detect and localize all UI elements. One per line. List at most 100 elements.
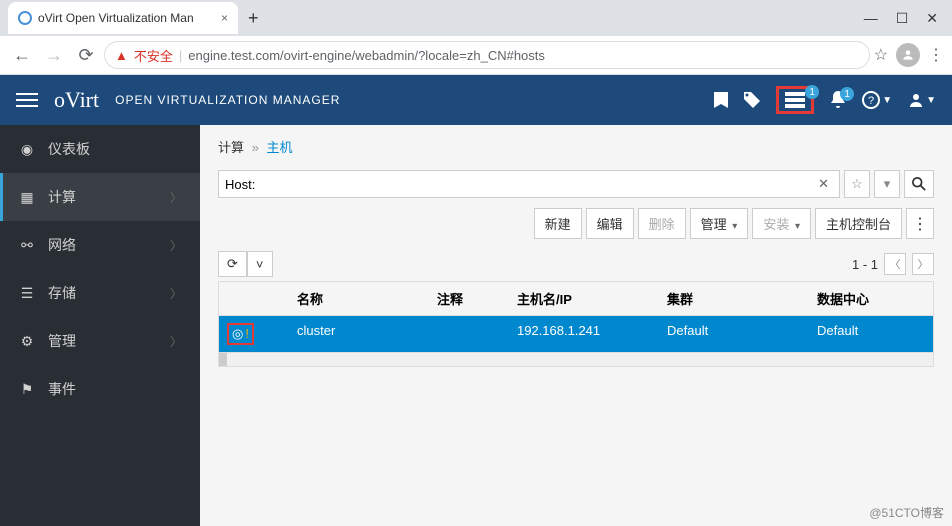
close-window-icon[interactable]: ✕ (926, 10, 938, 27)
status-icons: ◎ ! (227, 323, 254, 345)
spinner-icon: ◎ (232, 326, 243, 342)
favicon-icon (18, 11, 32, 25)
col-hostip[interactable]: 主机名/IP (509, 282, 659, 315)
close-icon[interactable]: × (221, 11, 228, 25)
chevron-right-icon: 〉 (170, 189, 182, 206)
new-tab-button[interactable]: + (238, 8, 269, 29)
tasks-badge: 1 (805, 85, 819, 99)
cell-dc: Default (809, 316, 933, 352)
tasks-icon[interactable]: 1 (776, 86, 814, 114)
col-cluster[interactable]: 集群 (659, 282, 809, 315)
minimize-icon[interactable]: — (864, 10, 878, 27)
browser-chrome: oVirt Open Virtualization Man × + — ☐ ✕ … (0, 0, 952, 75)
horizontal-scrollbar[interactable] (219, 352, 933, 366)
search-prefix: Host: (225, 177, 255, 192)
pager-next-button[interactable]: 〉 (912, 253, 934, 275)
svg-text:?: ? (868, 95, 874, 107)
pager-prev-button[interactable]: 〈 (884, 253, 906, 275)
dashboard-icon: ◉ (18, 141, 36, 158)
chevron-right-icon: 〉 (170, 333, 182, 350)
url-field[interactable]: ▲ 不安全 | engine.test.com/ovirt-engine/web… (104, 41, 870, 69)
sidebar-item-dashboard[interactable]: ◉ 仪表板 (0, 125, 200, 173)
warning-icon: ▲ (115, 48, 128, 63)
tab-title: oVirt Open Virtualization Man (38, 11, 194, 25)
search-input[interactable] (255, 177, 814, 192)
sidebar-item-storage[interactable]: ☰ 存储 〉 (0, 269, 200, 317)
breadcrumb-root: 计算 (218, 140, 244, 155)
watermark: @51CTO博客 (869, 504, 944, 521)
sidebar-item-label: 仪表板 (48, 139, 90, 159)
forward-button[interactable]: → (40, 41, 68, 69)
search-box[interactable]: Host: ✕ (218, 170, 840, 198)
network-icon: ⚯ (18, 237, 36, 254)
table-row[interactable]: ◎ ! cluster 192.168.1.241 Default Defaul… (219, 316, 933, 352)
grid-header: 名称 注释 主机名/IP 集群 数据中心 (219, 282, 933, 316)
install-button[interactable]: 安装 ▾ (752, 208, 811, 239)
cell-hostip: 192.168.1.241 (509, 316, 659, 352)
pager: 1 - 1 〈 〉 (852, 253, 934, 275)
breadcrumb: 计算 » 主机 (218, 137, 934, 156)
user-icon[interactable]: ▼ (908, 92, 936, 108)
cell-name: cluster (289, 316, 429, 352)
hosts-grid: 名称 注释 主机名/IP 集群 数据中心 ◎ ! cluster 192.168… (218, 281, 934, 367)
compute-icon: ▦ (18, 189, 36, 206)
sidebar-item-label: 计算 (48, 187, 76, 207)
tag-icon[interactable] (744, 92, 760, 108)
tab-bar: oVirt Open Virtualization Man × + — ☐ ✕ (0, 0, 952, 36)
cell-comment (429, 316, 509, 352)
brand-logo: oVirt (54, 87, 99, 113)
gear-icon: ⚙ (18, 333, 36, 350)
breadcrumb-current[interactable]: 主机 (267, 140, 293, 155)
clear-icon[interactable]: ✕ (814, 176, 833, 192)
sidebar-item-label: 网络 (48, 235, 76, 255)
sidebar-item-network[interactable]: ⚯ 网络 〉 (0, 221, 200, 269)
col-comment[interactable]: 注释 (429, 282, 509, 315)
pager-range: 1 - 1 (852, 257, 878, 272)
search-button[interactable] (904, 170, 934, 198)
address-bar: ← → ⟳ ▲ 不安全 | engine.test.com/ovirt-engi… (0, 36, 952, 74)
warning-icon: ! (245, 326, 249, 342)
col-name[interactable]: 名称 (289, 282, 429, 315)
reload-button[interactable]: ⟳ (72, 41, 100, 69)
maximize-icon[interactable]: ☐ (896, 10, 909, 27)
alerts-badge: 1 (840, 87, 854, 101)
hamburger-icon[interactable] (16, 89, 38, 111)
console-button[interactable]: 主机控制台 (815, 208, 902, 239)
edit-button[interactable]: 编辑 (586, 208, 634, 239)
sidebar-item-label: 管理 (48, 331, 76, 351)
bookmark-search-button[interactable]: ☆ (844, 170, 870, 198)
url-text: engine.test.com/ovirt-engine/webadmin/?l… (188, 48, 545, 63)
sidebar-item-compute[interactable]: ▦ 计算 〉 (0, 173, 200, 221)
bookmark-icon[interactable]: ☆ (874, 45, 888, 65)
chevron-right-icon: 〉 (170, 237, 182, 254)
storage-icon: ☰ (18, 285, 36, 302)
bookmark-icon[interactable] (714, 92, 728, 108)
kebab-menu-icon[interactable]: ⋮ (906, 208, 934, 239)
refresh-dropdown[interactable]: ˅ (247, 251, 273, 277)
browser-tab[interactable]: oVirt Open Virtualization Man × (8, 2, 238, 34)
app-header: oVirt OPEN VIRTUALIZATION MANAGER 1 1 ?▼… (0, 75, 952, 125)
delete-button[interactable]: 删除 (638, 208, 686, 239)
sidebar: ◉ 仪表板 ▦ 计算 〉 ⚯ 网络 〉 ☰ 存储 〉 ⚙ 管理 〉 ⚑ 事件 (0, 125, 200, 526)
search-dropdown-button[interactable]: ▾ (874, 170, 900, 198)
chevron-right-icon: 〉 (170, 285, 182, 302)
help-icon[interactable]: ?▼ (862, 91, 892, 109)
new-button[interactable]: 新建 (534, 208, 582, 239)
cell-cluster: Default (659, 316, 809, 352)
flag-icon: ⚑ (18, 381, 36, 398)
sidebar-item-admin[interactable]: ⚙ 管理 〉 (0, 317, 200, 365)
insecure-label: 不安全 (134, 46, 173, 65)
bell-icon[interactable]: 1 (830, 91, 846, 109)
sidebar-item-label: 存储 (48, 283, 76, 303)
sidebar-item-events[interactable]: ⚑ 事件 (0, 365, 200, 413)
window-controls: — ☐ ✕ (850, 10, 952, 27)
sidebar-item-label: 事件 (48, 379, 76, 399)
menu-icon[interactable]: ⋮ (928, 45, 944, 65)
col-dc[interactable]: 数据中心 (809, 282, 933, 315)
manage-button[interactable]: 管理 ▾ (690, 208, 749, 239)
main-content: 计算 » 主机 Host: ✕ ☆ ▾ 新建 编辑 删除 管理 ▾ 安装 ▾ 主… (200, 125, 952, 526)
refresh-button[interactable]: ⟳ (218, 251, 247, 277)
back-button[interactable]: ← (8, 41, 36, 69)
profile-icon[interactable] (896, 43, 920, 67)
brand-subtitle: OPEN VIRTUALIZATION MANAGER (115, 93, 340, 107)
